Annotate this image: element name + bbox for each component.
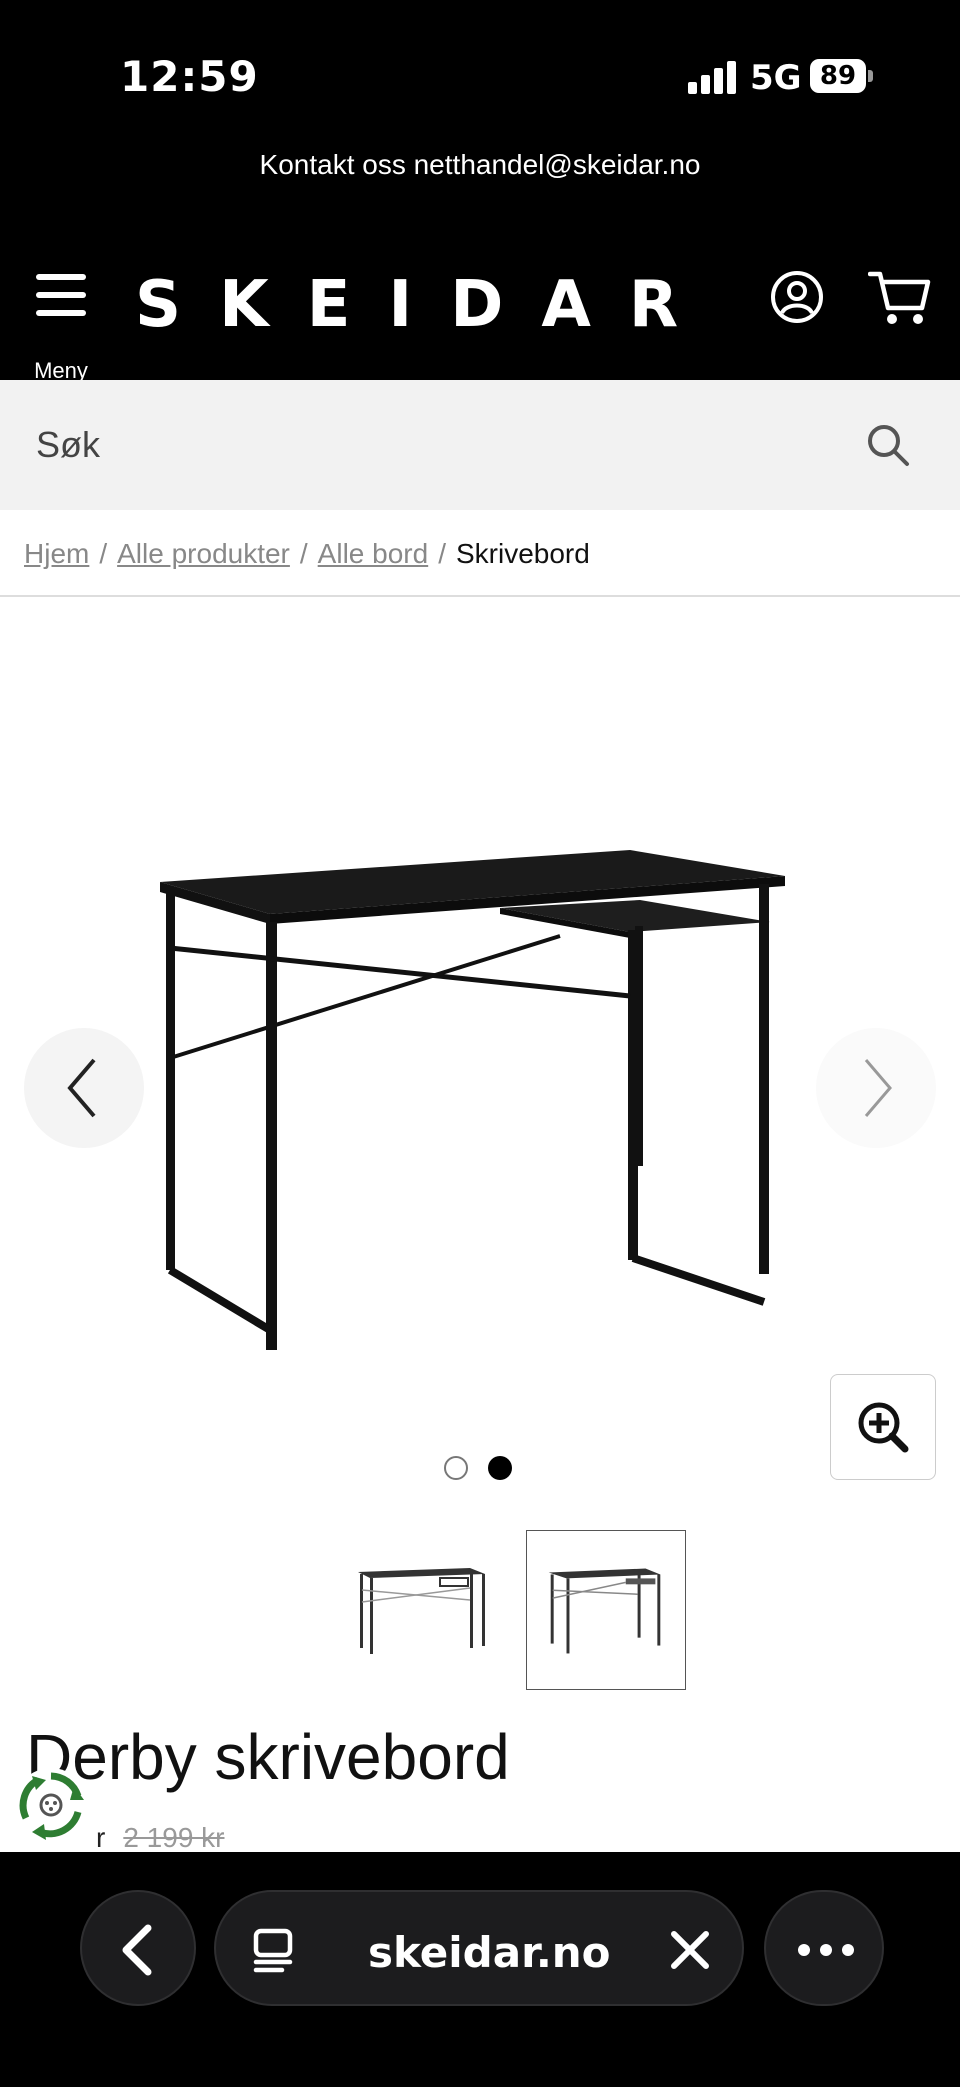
hamburger-icon bbox=[36, 270, 86, 320]
search-input[interactable] bbox=[36, 410, 816, 480]
contact-announcement[interactable]: Kontakt oss netthandel@skeidar.no bbox=[0, 140, 960, 240]
battery-icon: 89 bbox=[810, 59, 866, 93]
browser-more-button[interactable] bbox=[764, 1890, 884, 2006]
chevron-right-icon bbox=[864, 1059, 892, 1117]
search-icon[interactable] bbox=[865, 422, 911, 468]
browser-back-button[interactable] bbox=[80, 1890, 196, 2006]
browser-address-bar[interactable]: skeidar.no bbox=[214, 1890, 744, 2006]
close-icon[interactable] bbox=[668, 1928, 712, 1972]
breadcrumb-separator: / bbox=[299, 538, 308, 569]
chevron-left-icon bbox=[122, 1924, 152, 1976]
breadcrumb-separator: / bbox=[438, 538, 446, 569]
product-image-desk[interactable] bbox=[140, 830, 800, 1350]
pagination-dot-1[interactable] bbox=[444, 1456, 468, 1480]
zoom-in-icon bbox=[858, 1402, 909, 1453]
pagination-dot-2-active[interactable] bbox=[488, 1456, 512, 1480]
price-old: 2 199 kr bbox=[123, 1822, 225, 1853]
breadcrumb: Hjem / Alle produkter / Alle bord / Skrivebord bbox=[24, 538, 590, 570]
zoom-button[interactable] bbox=[830, 1374, 936, 1480]
breadcrumb-separator: / bbox=[99, 538, 108, 569]
account-icon[interactable] bbox=[770, 270, 824, 324]
site-header: Meny SKEIDAR bbox=[0, 240, 960, 383]
network-type: 5G bbox=[750, 58, 802, 98]
breadcrumb-home[interactable]: Hjem bbox=[24, 538, 89, 569]
gallery-next-button[interactable] bbox=[816, 1028, 936, 1148]
thumbnail-2-active[interactable] bbox=[526, 1530, 686, 1690]
chevron-left-icon bbox=[67, 1058, 96, 1118]
cart-icon[interactable] bbox=[868, 268, 932, 328]
breadcrumb-all-products[interactable]: Alle produkter bbox=[117, 538, 290, 569]
gallery-pagination bbox=[444, 1456, 520, 1482]
divider bbox=[0, 595, 960, 597]
skeidar-logo[interactable]: SKEIDAR bbox=[135, 270, 678, 340]
thumbnail-desk-image bbox=[358, 1568, 485, 1654]
signal-icon bbox=[688, 60, 736, 94]
menu-button[interactable]: Meny bbox=[28, 270, 94, 383]
breadcrumb-current: Skrivebord bbox=[455, 538, 590, 569]
tab-overview-icon bbox=[253, 1928, 293, 1973]
recycle-icon bbox=[19, 1772, 84, 1840]
status-time: 12:59 bbox=[120, 52, 259, 101]
product-title: Derby skrivebord bbox=[26, 1721, 510, 1793]
thumbnail-1[interactable] bbox=[340, 1530, 500, 1690]
search-bar bbox=[0, 380, 960, 510]
thumbnail-desk-image bbox=[548, 1568, 661, 1654]
battery-tip bbox=[868, 70, 873, 82]
price-current: r bbox=[96, 1822, 106, 1853]
price-row: r 2 199 kr bbox=[96, 1822, 225, 1854]
breadcrumb-all-tables[interactable]: Alle bord bbox=[318, 538, 429, 569]
browser-url: skeidar.no bbox=[368, 1928, 611, 1977]
more-icon bbox=[798, 1944, 854, 1956]
recycle-badge[interactable] bbox=[14, 1768, 88, 1842]
gallery-prev-button[interactable] bbox=[24, 1028, 144, 1148]
status-bar: 12:59 5G 89 bbox=[0, 0, 960, 140]
